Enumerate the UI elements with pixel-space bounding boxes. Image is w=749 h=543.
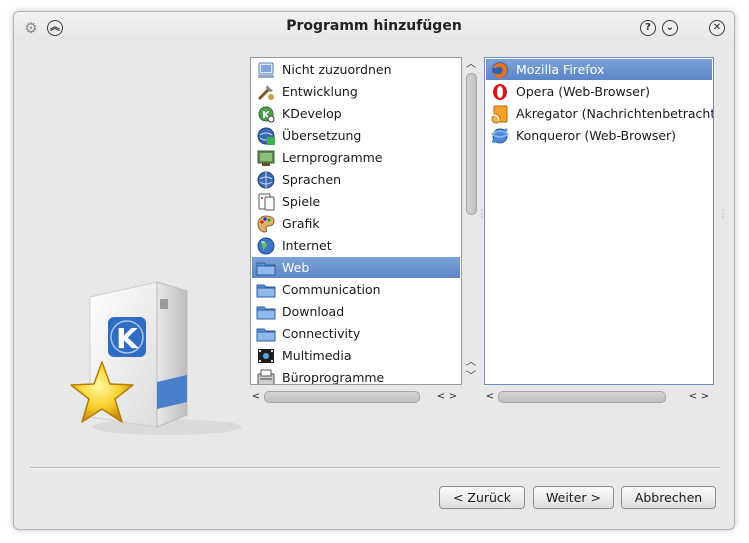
window-title: Programm hinzufügen xyxy=(286,18,462,34)
category-item-label: KDevelop xyxy=(282,106,342,121)
category-item-label: Grafik xyxy=(282,216,320,231)
kde-package-star-illustration: K xyxy=(70,281,242,435)
category-item[interactable]: Grafik xyxy=(252,213,460,234)
category-item[interactable]: Communication xyxy=(252,279,460,300)
cancel-button[interactable]: Abbrechen xyxy=(621,486,716,509)
scroll-right-arrow-icon[interactable]: > xyxy=(448,391,458,403)
category-horizontal-scrollbar[interactable]: < < > xyxy=(250,390,462,404)
category-item[interactable]: Lernprogramme xyxy=(252,147,460,168)
category-item-label: Communication xyxy=(282,282,381,297)
folder-icon xyxy=(256,328,276,341)
back-button[interactable]: < Zurück xyxy=(439,486,525,509)
program-item-label: Konqueror (Web-Browser) xyxy=(516,128,677,143)
folder-icon xyxy=(256,262,276,275)
minimize-icon[interactable]: ⌄ xyxy=(662,20,678,36)
category-item-label: Spiele xyxy=(282,194,321,209)
next-button[interactable]: Weiter > xyxy=(533,486,614,509)
category-item[interactable]: Web xyxy=(252,257,460,278)
splitter-handle-right[interactable]: ⋮ xyxy=(718,210,728,232)
category-vertical-scrollbar[interactable]: ︿ ︿ ﹀ xyxy=(464,57,478,385)
scrollbar-thumb[interactable] xyxy=(498,391,666,403)
program-item[interactable]: Konqueror (Web-Browser) xyxy=(486,125,712,146)
folder-icon xyxy=(256,284,276,297)
category-item-label: Büroprogramme xyxy=(282,370,385,385)
category-item[interactable]: Spiele xyxy=(252,191,460,212)
category-item-label: Internet xyxy=(282,238,332,253)
category-item-label: Connectivity xyxy=(282,326,361,341)
category-item[interactable]: Connectivity xyxy=(252,323,460,344)
scroll-up-arrow-icon[interactable]: ︿ xyxy=(466,59,476,71)
add-program-dialog: ⚙ ︽ Programm hinzufügen ? ⌄ ✕ K Nicht zu… xyxy=(13,11,735,530)
folder-icon xyxy=(256,306,276,319)
program-horizontal-scrollbar[interactable]: < < > xyxy=(484,390,714,404)
scroll-up-arrow-icon[interactable]: ︿ xyxy=(466,357,476,369)
scroll-left-arrow-icon[interactable]: < xyxy=(485,391,495,403)
scroll-left-arrow-icon[interactable]: < xyxy=(688,391,698,403)
splitter-handle[interactable]: ⋮ xyxy=(477,210,487,232)
multimedia-icon xyxy=(258,348,274,363)
languages-icon xyxy=(257,171,275,188)
education-icon xyxy=(257,150,275,166)
graphics-palette-icon xyxy=(257,214,275,233)
category-item-label: Übersetzung xyxy=(282,128,362,143)
program-item[interactable]: Opera (Web-Browser) xyxy=(486,81,712,102)
category-item[interactable]: Internet xyxy=(252,235,460,256)
development-tools-icon xyxy=(257,84,274,100)
category-item-label: Entwicklung xyxy=(282,84,358,99)
category-item[interactable]: Download xyxy=(252,301,460,322)
category-item[interactable]: Nicht zuzuordnen xyxy=(252,59,460,80)
scrollbar-thumb[interactable] xyxy=(264,391,420,403)
scroll-right-arrow-icon[interactable]: > xyxy=(700,391,710,403)
category-list[interactable]: Nicht zuzuordnen Entwicklung K KDevelop Über… xyxy=(250,57,462,385)
scroll-left-arrow-icon[interactable]: < xyxy=(251,391,261,403)
program-item[interactable]: Akregator (Nachrichtenbetrachter) xyxy=(486,103,714,124)
category-item-label: Lernprogramme xyxy=(282,150,383,165)
help-icon[interactable]: ? xyxy=(640,20,656,36)
program-list[interactable]: Mozilla Firefox Opera (Web-Browser) Akrega… xyxy=(484,57,714,385)
unknown-app-icon xyxy=(258,62,274,78)
category-item-label: Download xyxy=(282,304,345,319)
games-icon xyxy=(258,193,275,210)
akregator-icon xyxy=(491,105,508,123)
category-item-label: Nicht zuzuordnen xyxy=(282,62,392,77)
close-icon[interactable]: ✕ xyxy=(709,20,725,36)
category-item[interactable]: Entwicklung xyxy=(252,81,460,102)
program-item[interactable]: Mozilla Firefox xyxy=(486,59,712,80)
category-item[interactable]: K KDevelop xyxy=(252,103,460,124)
title-bar[interactable]: ⚙ ︽ Programm hinzufügen ? ⌄ ✕ xyxy=(14,12,734,44)
kdevelop-icon: K xyxy=(258,106,275,122)
scroll-down-arrow-icon[interactable]: ﹀ xyxy=(466,371,476,383)
category-item[interactable]: Büroprogramme xyxy=(252,367,460,385)
category-item[interactable]: Übersetzung xyxy=(252,125,460,146)
scroll-left-arrow-icon[interactable]: < xyxy=(436,391,446,403)
category-item-label: Sprachen xyxy=(282,172,342,187)
internet-globe-icon xyxy=(257,237,275,254)
office-icon xyxy=(257,369,275,384)
category-item-label: Web xyxy=(282,260,310,275)
footer-separator xyxy=(30,467,720,469)
scrollbar-thumb[interactable] xyxy=(466,73,477,215)
program-item-label: Opera (Web-Browser) xyxy=(516,84,650,99)
opera-icon xyxy=(493,83,507,100)
konqueror-icon xyxy=(490,128,510,143)
translation-icon xyxy=(257,127,275,145)
program-item-label: Akregator (Nachrichtenbetrachter) xyxy=(516,106,714,121)
program-item-label: Mozilla Firefox xyxy=(516,62,605,77)
category-item[interactable]: Multimedia xyxy=(252,345,460,366)
category-item-label: Multimedia xyxy=(282,348,352,363)
category-item[interactable]: Sprachen xyxy=(252,169,460,190)
firefox-icon xyxy=(492,61,508,78)
